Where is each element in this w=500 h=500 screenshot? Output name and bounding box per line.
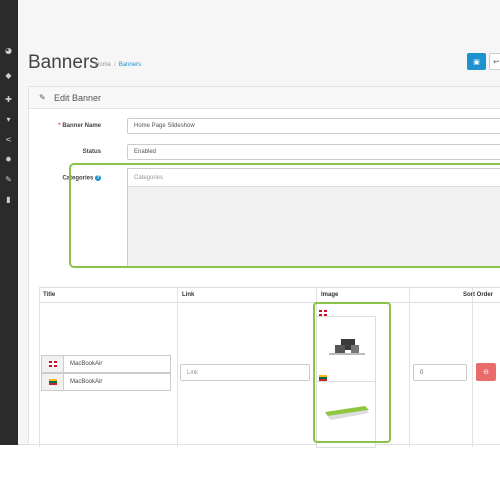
minus-circle-icon: ⊖ bbox=[483, 368, 489, 376]
title-value-lt: MacBookAir bbox=[70, 379, 103, 385]
lt-flag-icon bbox=[48, 379, 57, 385]
banner-name-input[interactable]: Home Page Slideshow bbox=[127, 118, 500, 134]
share-icon[interactable]: < bbox=[3, 134, 14, 145]
back-button[interactable]: ↩ bbox=[489, 53, 500, 70]
categories-highlight bbox=[69, 163, 500, 268]
puzzle-icon[interactable]: ✚ bbox=[3, 94, 14, 105]
title-input-en[interactable]: MacBookAir bbox=[41, 355, 171, 373]
title-input-lt[interactable]: MacBookAir bbox=[41, 373, 171, 391]
panel-title: Edit Banner bbox=[54, 93, 102, 103]
column-header-link: Link bbox=[182, 292, 195, 298]
column-divider bbox=[409, 287, 410, 447]
remove-button[interactable]: ⊖ bbox=[476, 363, 496, 381]
breadcrumb: Home / Banners bbox=[95, 62, 141, 68]
column-header-image: Image bbox=[321, 292, 339, 298]
dashboard-icon[interactable]: ◕ bbox=[3, 45, 14, 56]
chart-icon[interactable]: ▮ bbox=[3, 194, 14, 205]
image-highlight bbox=[313, 302, 391, 443]
edit-banner-panel: ✎ Edit Banner * Banner Name Home Page Sl… bbox=[28, 86, 500, 447]
wrench-icon[interactable]: ✎ bbox=[3, 174, 14, 185]
cart-icon[interactable]: ▾ bbox=[3, 114, 14, 125]
breadcrumb-separator: / bbox=[114, 62, 116, 68]
sort-order-input[interactable]: 0 bbox=[413, 364, 467, 381]
language-flag-lt bbox=[42, 374, 64, 390]
save-button[interactable]: ▣ bbox=[467, 53, 486, 70]
page-title: Banners bbox=[28, 52, 99, 73]
column-header-title: Title bbox=[43, 292, 56, 298]
status-label: Status bbox=[82, 149, 101, 155]
column-divider bbox=[177, 287, 178, 447]
banner-name-label: * Banner Name bbox=[58, 123, 101, 129]
page-content: Banners Home / Banners ▣ ↩ ✎ Edit Banner *… bbox=[18, 0, 500, 448]
sidebar: ◕ ◆ ✚ ▾ < ✹ ✎ ▮ bbox=[0, 0, 18, 445]
column-divider bbox=[39, 287, 40, 447]
status-select[interactable]: Enabled ▼ bbox=[127, 144, 500, 160]
panel-heading: ✎ Edit Banner bbox=[29, 87, 500, 109]
pencil-icon: ✎ bbox=[39, 93, 46, 102]
tags-icon[interactable]: ◆ bbox=[3, 70, 14, 81]
back-icon: ↩ bbox=[493, 57, 499, 66]
table-header: Title Link Image Sort Order bbox=[39, 287, 500, 303]
column-divider bbox=[472, 287, 473, 447]
link-input[interactable]: Link bbox=[180, 364, 310, 381]
breadcrumb-home[interactable]: Home bbox=[95, 62, 111, 68]
save-icon: ▣ bbox=[473, 57, 480, 66]
title-value-en: MacBookAir bbox=[70, 361, 103, 367]
language-flag-en bbox=[42, 356, 64, 372]
column-header-sort-order: Sort Order bbox=[463, 292, 494, 298]
gear-icon[interactable]: ✹ bbox=[3, 154, 14, 165]
uk-flag-icon bbox=[48, 361, 57, 367]
status-selected-value: Enabled bbox=[134, 149, 157, 155]
breadcrumb-banners[interactable]: Banners bbox=[119, 62, 141, 68]
